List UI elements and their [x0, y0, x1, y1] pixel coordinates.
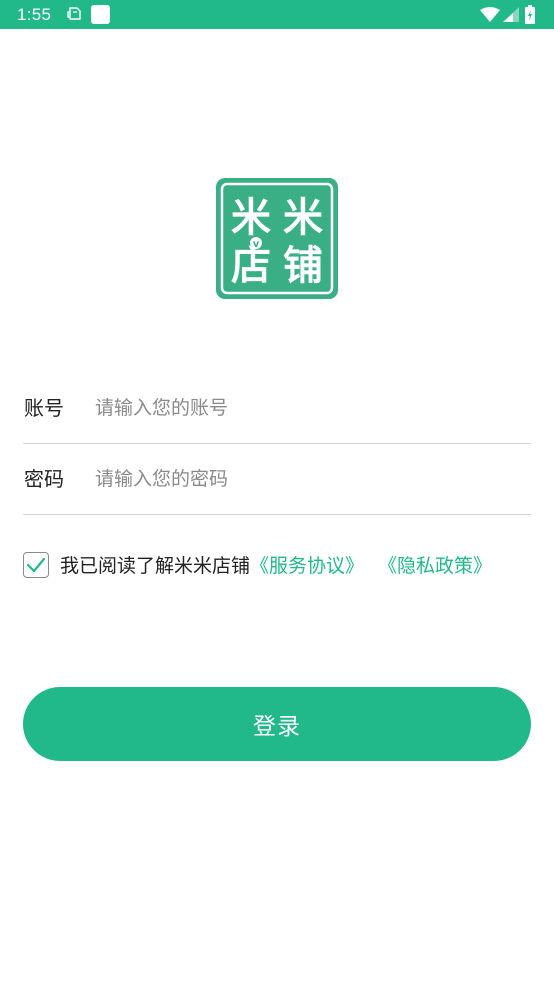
logo-char-3: 店	[231, 243, 271, 289]
agreement-text-block: 我已阅读了解米米店铺《服务协议》 《隐私政策》	[60, 553, 492, 579]
app-square-icon	[91, 5, 110, 28]
login-screen: 1:55 米 米 店 铺 v 账号 请输入您的账号 密码 我已阅读了解米米店铺《…	[0, 0, 554, 984]
service-agreement-link[interactable]: 《服务协议》	[250, 555, 364, 577]
checkmark-icon	[26, 557, 46, 573]
password-input[interactable]	[95, 463, 515, 495]
notification-icon	[66, 6, 82, 26]
status-bar: 1:55	[0, 0, 554, 29]
agreement-checkbox[interactable]	[23, 552, 49, 578]
status-time: 1:55	[17, 5, 52, 24]
password-field-row: 密码	[23, 443, 531, 515]
account-label: 账号	[24, 396, 64, 420]
logo-char-4: 铺	[283, 243, 323, 289]
account-field-row: 账号	[23, 372, 531, 444]
password-divider	[23, 514, 531, 515]
login-button[interactable]: 登录	[23, 687, 531, 761]
password-label: 密码	[24, 467, 64, 491]
agreement-row: 我已阅读了解米米店铺《服务协议》 《隐私政策》	[23, 552, 533, 582]
privacy-policy-link[interactable]: 《隐私政策》	[378, 555, 492, 577]
account-input[interactable]	[95, 392, 515, 424]
cellular-signal-icon	[503, 7, 519, 26]
logo-char-1: 米	[231, 195, 271, 241]
logo-char-2: 米	[283, 195, 323, 241]
battery-icon	[525, 5, 535, 28]
wifi-icon	[480, 7, 500, 26]
app-logo: 米 米 店 铺 v	[215, 177, 339, 300]
logo-badge: v	[253, 239, 260, 250]
agreement-text: 我已阅读了解米米店铺	[60, 555, 251, 577]
